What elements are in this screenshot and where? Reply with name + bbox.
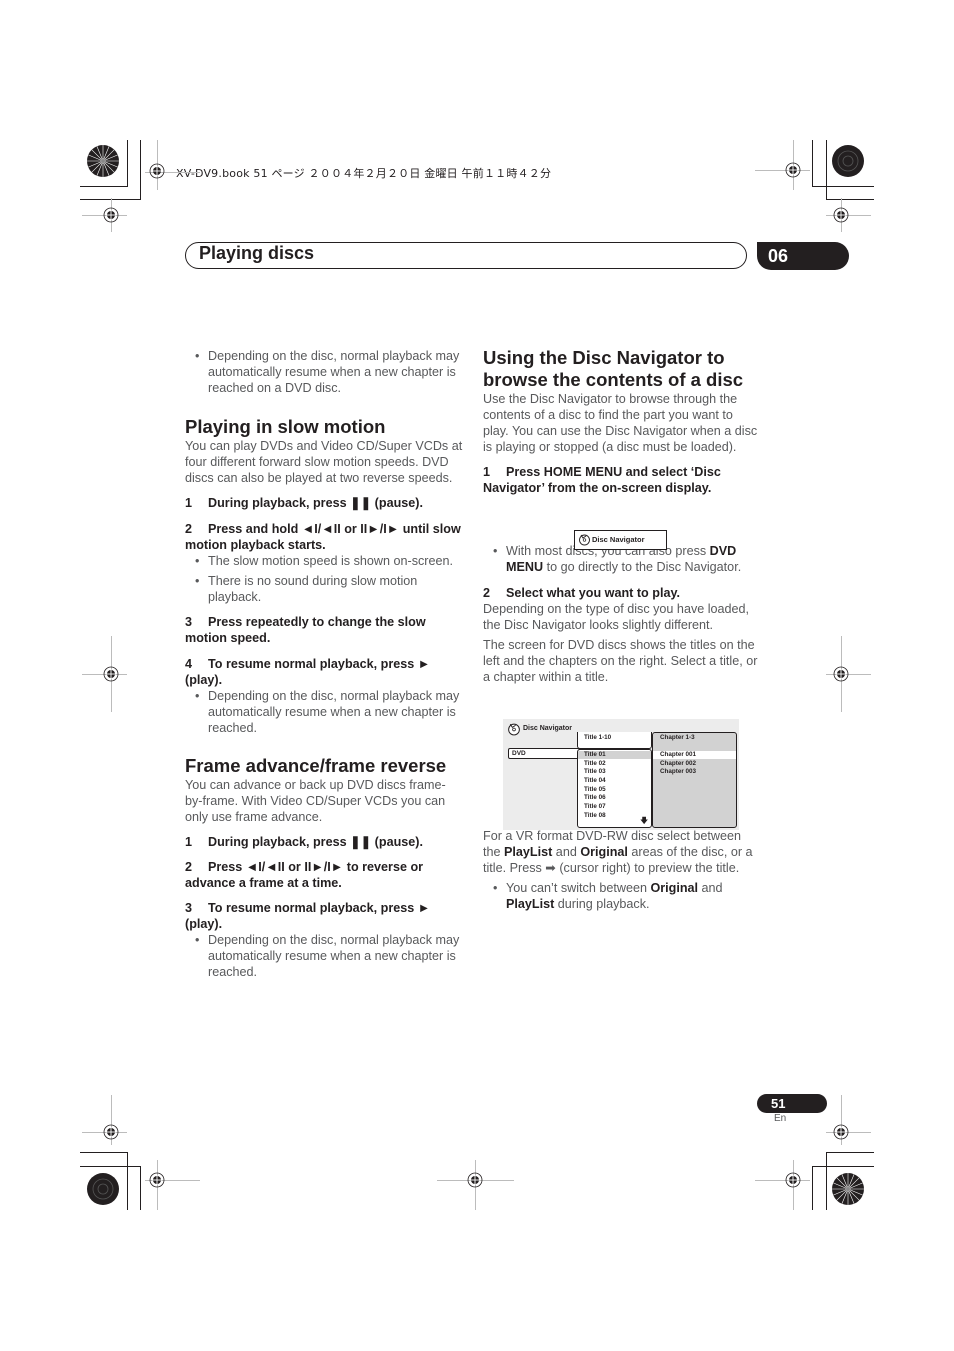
registration-mark-icon [103,666,119,682]
registration-mark-icon [833,666,849,682]
title-item[interactable]: Title 05 [584,786,606,793]
crop-line [140,140,141,200]
slow-motion-step-3: 3 Press repeatedly to change the slow mot… [185,615,426,645]
print-header: XV-DV9.book 51 ページ ２００４年２月２０日 金曜日 午前１１時４… [176,167,552,180]
slow-motion-step-4-bullet: Depending on the disc, normal playback m… [185,688,463,736]
disc-navigator-screen: Disc Navigator DVD Title 1-10 Title 01 T… [503,719,739,830]
starburst-target-icon [831,144,865,178]
frame-advance-step-3: 3 To resume normal playback, press ► (pla… [185,901,431,931]
chapter-item[interactable]: Chapter 001 [660,751,696,758]
dvd-screen-paragraph: The screen for DVD discs shows the title… [483,638,758,684]
disc-navigator-menu-label: Disc Navigator [592,535,645,544]
registration-mark-icon [785,1172,801,1188]
crop-line [826,199,874,200]
slow-motion-step-2-bullet: There is no sound during slow motion pla… [185,573,463,605]
section-heading-slow-motion: Playing in slow motion [185,416,386,437]
vr-format-paragraph: For a VR format DVD-RW disc select betwe… [483,829,753,875]
crop-line [826,1152,827,1210]
crop-line [812,1166,874,1167]
screen-title: Disc Navigator [523,725,573,732]
intro-bullet: Depending on the disc, normal playback m… [185,348,463,396]
slow-motion-step-2-bullet: The slow motion speed is shown on-screen… [185,553,463,569]
chapters-panel: Chapter 1-3 Chapter 001 Chapter 002 Chap… [652,732,737,828]
title-item[interactable]: Title 01 [584,751,606,758]
registration-mark-icon [103,1124,119,1140]
registration-mark-icon [149,1172,165,1188]
starburst-target-icon [86,144,120,178]
title-item[interactable]: Title 07 [584,803,606,810]
titles-header: Title 1-10 [584,734,612,741]
registration-mark-icon [785,162,801,178]
section-heading-frame-advance: Frame advance/frame reverse [185,755,447,776]
disc-navigator-menu-item: Disc Navigator [574,530,667,550]
chapter-item[interactable]: Chapter 002 [660,760,696,767]
chapter-number-tab: 06 [757,242,849,270]
title-item[interactable]: Title 02 [584,760,606,767]
slow-motion-step-2: 2 Press and hold ◄I/◄II or II►/I► until s… [185,522,461,552]
crop-line [812,186,874,187]
crop-line [826,140,827,200]
registration-mark-icon [467,1172,483,1188]
left-column: Depending on the disc, normal playback m… [185,348,463,980]
chapter-title: Playing discs [199,243,315,263]
disc-hand-icon [578,533,591,551]
disc-navigator-body: Use the Disc Navigator to browse through… [483,392,758,454]
slow-motion-body: You can play DVDs and Video CD/Super VCD… [185,439,463,485]
crop-line [826,1152,874,1153]
page-number: 51 [757,1094,827,1113]
starburst-target-icon [831,1172,865,1206]
disc-hand-icon [507,722,521,741]
crop-line [812,140,813,187]
starburst-target-icon [86,1172,120,1206]
down-arrow-icon[interactable]: 🡇 [640,817,648,825]
disc-navigator-step-1: 1 Press HOME MENU and select ‘Disc Naviga… [483,465,721,495]
chapters-header: Chapter 1-3 [660,734,695,741]
titles-header-box: Title 1-10 [577,732,652,749]
chapter-item[interactable]: Chapter 003 [660,768,696,775]
slow-motion-step-1: 1 During playback, press ❚❚ (pause). [185,496,423,510]
title-item[interactable]: Title 03 [584,768,606,775]
registration-mark-icon [103,207,119,223]
frame-advance-step-1: 1 During playback, press ❚❚ (pause). [185,835,423,849]
registration-mark-icon [833,1124,849,1140]
frame-advance-step-2: 2 Press ◄I/◄II or II►/I► to reverse or ad… [185,860,424,890]
crop-line [140,1166,141,1210]
page-language: En [774,1113,787,1124]
crop-line [812,1166,813,1210]
source-dvd[interactable]: DVD [508,748,580,759]
titles-list: Title 01 Title 02 Title 03 Title 04 Titl… [577,749,652,828]
crop-line [127,1152,128,1210]
registration-mark-icon [149,163,165,179]
crop-line [80,1152,127,1153]
crop-line [80,1166,141,1167]
registration-mark-icon [833,207,849,223]
crop-line [127,140,128,187]
section-heading-disc-navigator: Using the Disc Navigator to browse the c… [483,347,744,390]
title-item[interactable]: Title 06 [584,794,606,801]
slow-motion-step-4: 4 To resume normal playback, press ► (pla… [185,657,431,687]
title-item[interactable]: Title 04 [584,777,606,784]
switch-bullet: You can’t switch between Original and Pl… [483,880,761,912]
disc-navigator-step-2: 2 Select what you want to play. [483,586,681,600]
frame-advance-step-3-bullet: Depending on the disc, normal playback m… [185,932,463,980]
title-item[interactable]: Title 08 [584,812,606,819]
frame-advance-body: You can advance or back up DVD discs fra… [185,778,446,824]
disc-type-paragraph: Depending on the type of disc you have l… [483,602,750,632]
crop-line [80,186,128,187]
